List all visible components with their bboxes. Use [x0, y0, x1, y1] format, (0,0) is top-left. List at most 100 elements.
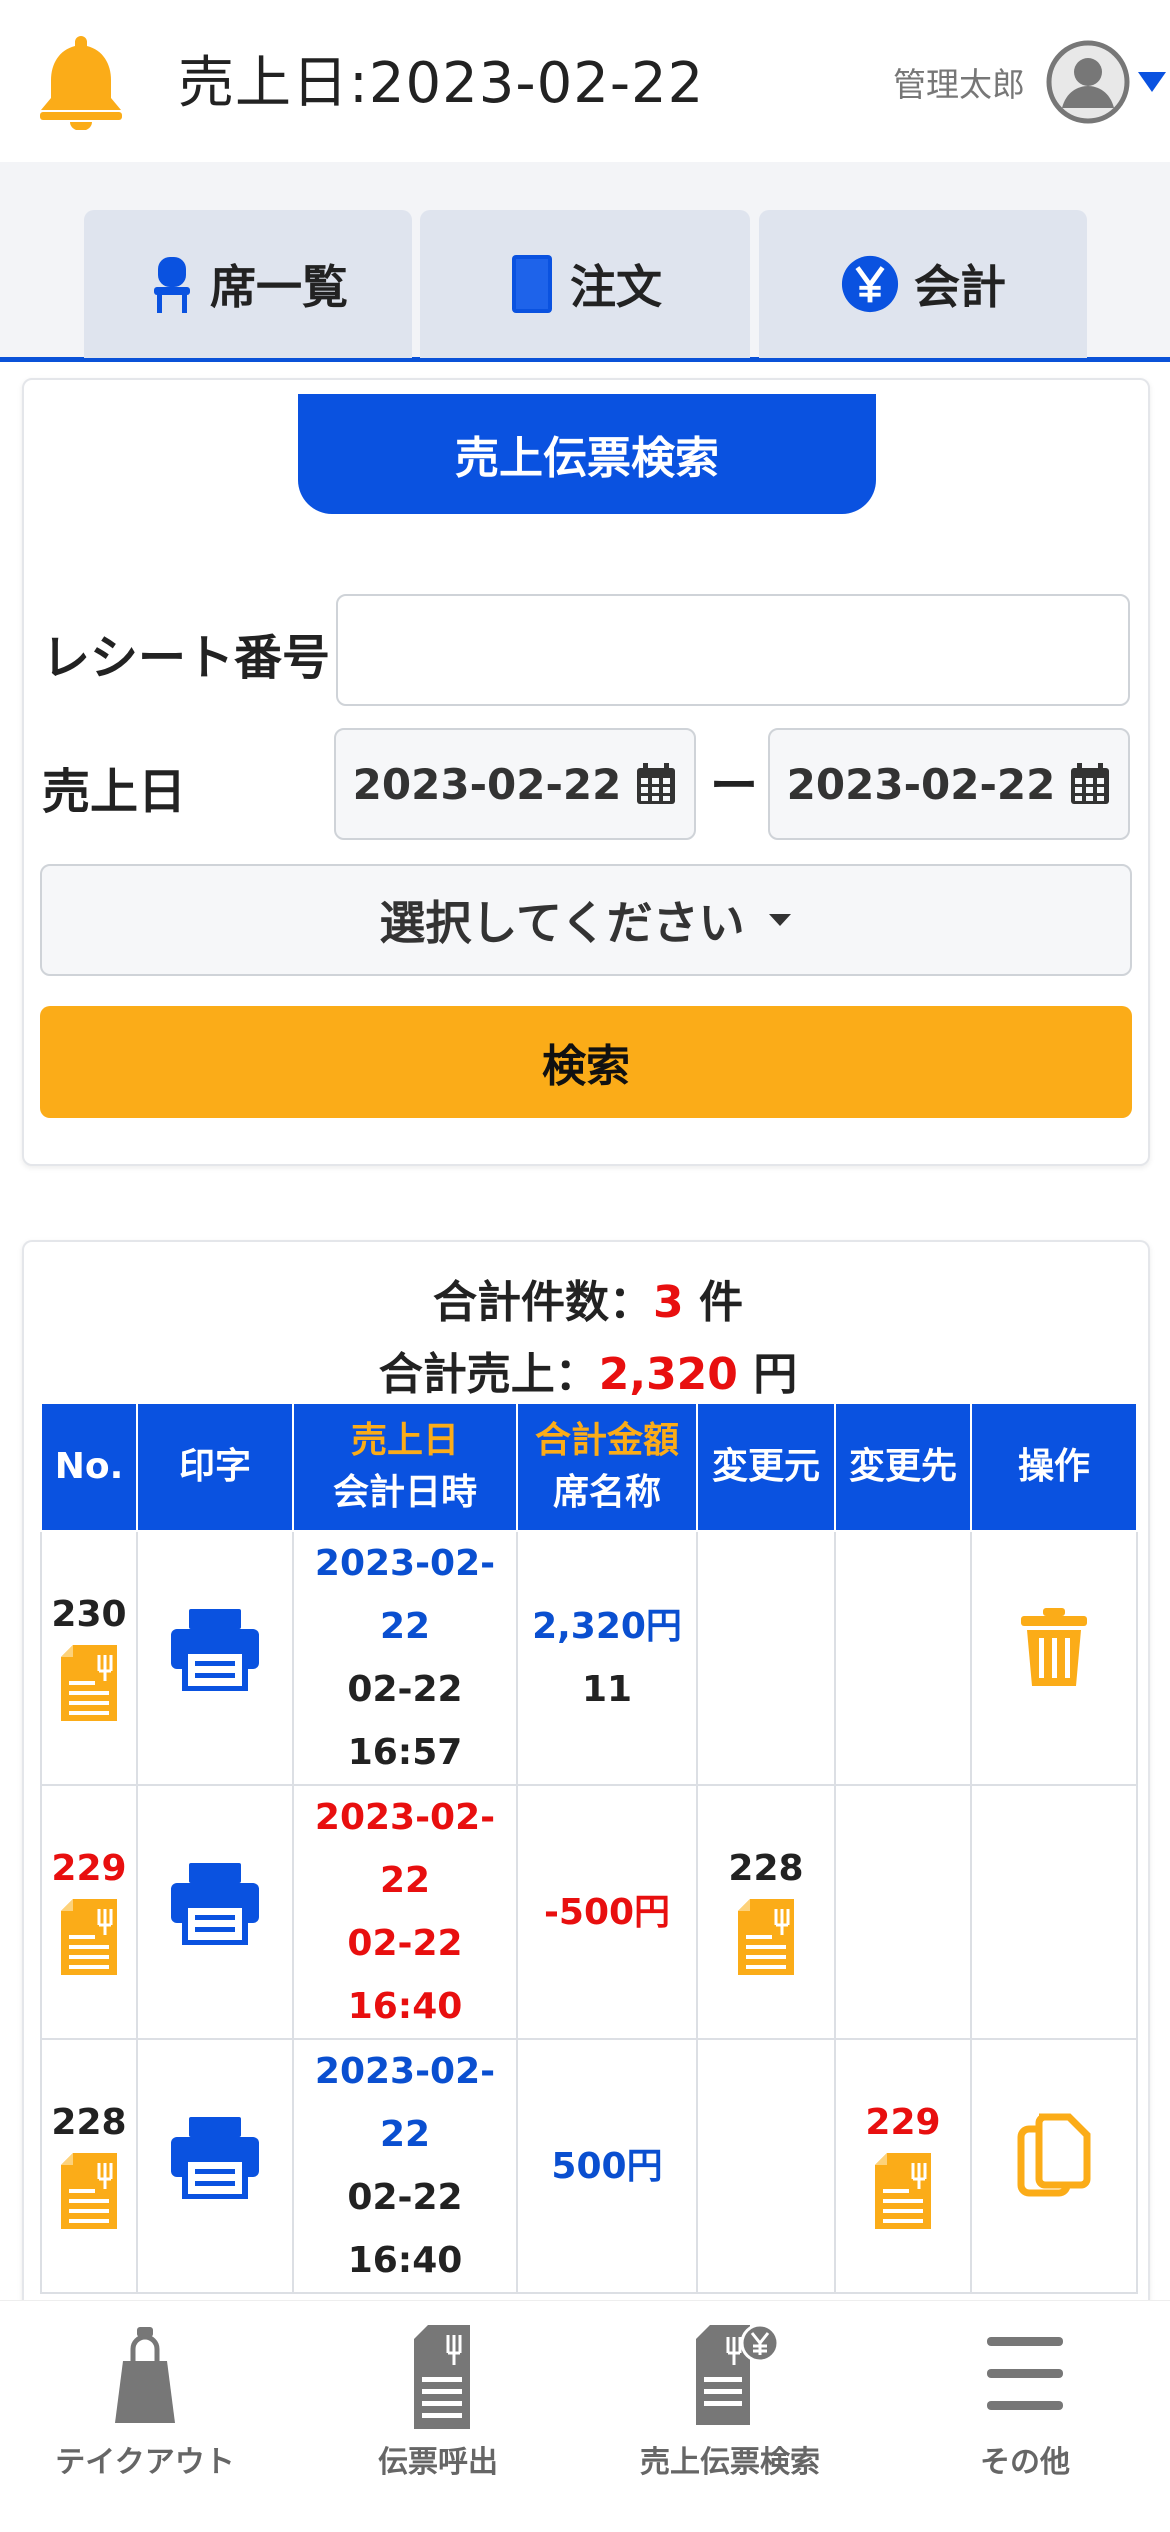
receipt-number-input[interactable]	[336, 594, 1130, 706]
user-name[interactable]: 管理太郎	[893, 58, 1025, 106]
bell-icon[interactable]	[36, 30, 126, 130]
slip-number: 229	[51, 1848, 127, 1890]
nav-sales-slip-search[interactable]: 売上伝票検索	[590, 2321, 870, 2521]
sales-date: 2023-02-22	[314, 1797, 496, 1901]
cell-actions	[970, 1784, 1138, 2040]
total-count-label: 合計件数：	[433, 1277, 654, 1328]
date-from-value: 2023-02-22	[352, 759, 622, 809]
chevron-down-icon[interactable]	[1136, 68, 1168, 94]
tab-seat-list[interactable]: 席一覧	[84, 210, 412, 358]
cell-date: 2023-02-22 02-22 16:40	[292, 1784, 518, 2040]
cell-date: 2023-02-22 02-22 16:57	[292, 1530, 518, 1786]
nav-label: テイクアウト	[55, 2445, 235, 2480]
date-to-value: 2023-02-22	[786, 759, 1056, 809]
cell-no: 228	[40, 2038, 138, 2294]
search-heading: 売上伝票検索	[298, 394, 876, 514]
printer-icon[interactable]	[167, 1859, 263, 1946]
cell-print	[136, 2038, 294, 2294]
checkout-time: 02-22 16:40	[347, 2177, 463, 2281]
printer-icon[interactable]	[167, 1605, 263, 1692]
trash-icon[interactable]	[1019, 1606, 1089, 1690]
nav-label: 伝票呼出	[378, 2445, 498, 2480]
page-title: 売上日:2023-02-22	[178, 51, 705, 116]
total-sales-value: 2,320	[598, 1349, 738, 1400]
slip-number: 230	[51, 1594, 127, 1636]
cell-changed-to	[834, 1784, 972, 2040]
tab-label: 注文	[570, 260, 662, 314]
date-range-separator: ー	[710, 758, 759, 814]
tab-label: 会計	[914, 260, 1006, 314]
col-header-sales-date: 売上日	[350, 1419, 459, 1461]
total-sales-label: 合計売上：	[378, 1349, 599, 1400]
total-sales-unit: 円	[753, 1349, 798, 1400]
table-row: 230 2023-02-22 02-22 16:57 2,320円 11	[40, 1530, 1138, 1786]
search-form-card: 売上伝票検索 レシート番号 売上日 2023-02-22 ー 2023-02-2…	[22, 378, 1150, 1166]
sales-date-label: 売上日	[42, 764, 187, 820]
changed-from-number: 228	[728, 1848, 804, 1890]
col-header-changed-to: 変更先	[834, 1402, 972, 1532]
total-amount: -500円	[543, 1891, 671, 1933]
tab-label: 席一覧	[210, 260, 348, 314]
tab-bar: 席一覧 注文 会計	[0, 162, 1170, 362]
chair-icon	[154, 257, 190, 313]
col-header-changed-from: 変更元	[696, 1402, 836, 1532]
cell-amount: -500円	[516, 1784, 698, 2040]
caret-down-icon	[768, 914, 791, 926]
select-placeholder: 選択してください	[379, 896, 745, 950]
cell-amount: 2,320円 11	[516, 1530, 698, 1786]
cell-date: 2023-02-22 02-22 16:40	[292, 2038, 518, 2294]
cell-no: 229	[40, 1784, 138, 2040]
avatar-icon[interactable]	[1046, 40, 1130, 124]
copy-icon[interactable]	[1017, 2113, 1091, 2199]
cell-no: 230	[40, 1530, 138, 1786]
category-select[interactable]: 選択してください	[40, 864, 1132, 976]
printer-icon[interactable]	[167, 2113, 263, 2200]
col-header-checkout-time: 会計日時	[332, 1472, 477, 1513]
col-header-total-amount: 合計金額	[534, 1419, 679, 1461]
slip-icon[interactable]	[57, 1895, 121, 1977]
slip-icon[interactable]	[57, 1641, 121, 1723]
total-count: 合計件数：3 件	[24, 1266, 1152, 1330]
slip-icon[interactable]	[871, 2149, 935, 2231]
date-to-input[interactable]: 2023-02-22	[768, 728, 1130, 840]
app-header: 売上日:2023-02-22 管理太郎	[0, 0, 1170, 162]
total-amount: 500円	[551, 2145, 663, 2187]
sales-slip-yen-icon	[696, 2323, 780, 2425]
cell-changed-from	[696, 1530, 836, 1786]
slip-icon[interactable]	[734, 1895, 798, 1977]
seat-name: 11	[581, 1669, 633, 1710]
calendar-icon	[637, 763, 676, 804]
date-from-input[interactable]: 2023-02-22	[334, 728, 696, 840]
nav-slip-recall[interactable]: 伝票呼出	[298, 2321, 578, 2521]
col-header-no: No.	[40, 1402, 138, 1532]
book-icon	[512, 255, 552, 313]
nav-other[interactable]: その他	[885, 2321, 1165, 2521]
total-count-value: 3	[653, 1277, 684, 1328]
slip-icon	[414, 2325, 470, 2429]
cell-changed-from	[696, 2038, 836, 2294]
nav-takeout[interactable]: テイクアウト	[5, 2321, 285, 2521]
tab-order[interactable]: 注文	[420, 210, 750, 358]
receipt-number-label: レシート番号	[42, 630, 331, 686]
nav-label: その他	[980, 2445, 1070, 2480]
search-button[interactable]: 検索	[40, 1006, 1132, 1118]
cell-actions	[970, 1530, 1138, 1786]
checkout-time: 02-22 16:57	[347, 1669, 463, 1773]
checkout-time: 02-22 16:40	[347, 1923, 463, 2027]
menu-icon	[987, 2337, 1063, 2410]
bottom-navigation: テイクアウト 伝票呼出 売上伝票検索 その他	[0, 2300, 1170, 2532]
tab-checkout[interactable]: 会計	[759, 210, 1087, 358]
slip-number: 228	[51, 2102, 127, 2144]
cell-print	[136, 1530, 294, 1786]
cell-changed-to: 229	[834, 2038, 972, 2294]
col-header-date: 売上日 会計日時	[292, 1402, 518, 1532]
col-header-amount: 合計金額 席名称	[516, 1402, 698, 1532]
calendar-icon	[1071, 763, 1110, 804]
cell-actions	[970, 2038, 1138, 2294]
total-count-unit: 件	[698, 1277, 743, 1328]
slip-icon[interactable]	[57, 2149, 121, 2231]
changed-to-number: 229	[865, 2102, 941, 2144]
table-row: 229 2023-02-22 02-22 16:40 -500円 228	[40, 1784, 1138, 2040]
sales-slip-table: No. 印字 売上日 会計日時 合計金額 席名称 変更元 変更先 操作 230 …	[40, 1402, 1138, 2294]
table-header-row: No. 印字 売上日 会計日時 合計金額 席名称 変更元 変更先 操作	[40, 1402, 1138, 1532]
